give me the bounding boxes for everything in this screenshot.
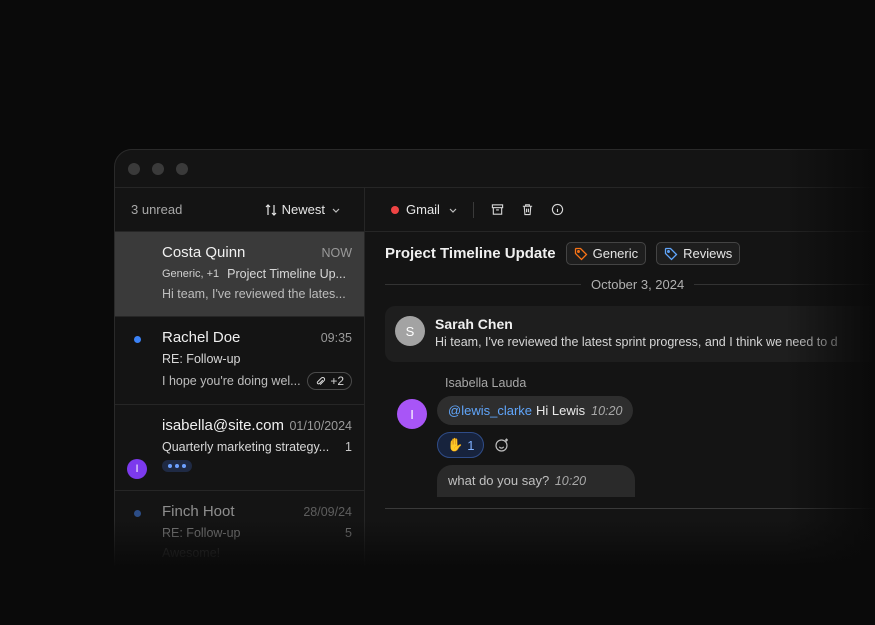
title-bar bbox=[115, 150, 875, 188]
mail-item[interactable]: Costa Quinn NOW Generic, +1 Project Time… bbox=[115, 232, 364, 317]
tag-generic[interactable]: Generic bbox=[565, 242, 647, 265]
mail-subject: RE: Follow-up bbox=[162, 526, 241, 540]
mail-subject: Quarterly marketing strategy... bbox=[162, 440, 330, 454]
mail-sender: Costa Quinn bbox=[162, 244, 246, 261]
thread-count: 1 bbox=[345, 440, 352, 454]
mail-preview: Awesome! bbox=[162, 546, 221, 560]
message-preview: Hi team, I've reviewed the latest sprint… bbox=[435, 335, 838, 349]
mail-time: 09:35 bbox=[320, 331, 352, 345]
unread-dot bbox=[134, 336, 141, 343]
raised-hand-emoji: ✋ bbox=[447, 437, 464, 452]
tag-reviews[interactable]: Reviews bbox=[656, 242, 741, 265]
thread-count: 5 bbox=[345, 526, 352, 540]
trash-icon bbox=[523, 204, 533, 216]
toolbar-divider bbox=[472, 201, 474, 218]
chat-text: Hi Lewis bbox=[536, 403, 586, 418]
avatar: I bbox=[127, 459, 147, 479]
chat-sender-name: Isabella Lauda bbox=[445, 376, 527, 390]
mail-sender: Rachel Doe bbox=[162, 329, 241, 346]
attachment-chip[interactable]: +2 bbox=[307, 372, 352, 390]
tag-label: Generic bbox=[592, 246, 639, 261]
info-button[interactable] bbox=[548, 200, 568, 220]
mail-tags: Generic, +1 bbox=[162, 268, 220, 280]
email-message-card[interactable]: S Sarah Chen Hi team, I've reviewed the … bbox=[385, 306, 875, 362]
chat-bubble[interactable]: @lewis_clarke Hi Lewis 10:20 bbox=[437, 396, 634, 425]
chevron-down-icon bbox=[332, 208, 340, 213]
unread-count: 3 unread bbox=[131, 202, 183, 217]
archive-button[interactable] bbox=[488, 200, 508, 220]
reaction-count: 1 bbox=[467, 437, 475, 453]
chat-reply-bubble[interactable]: what do you say? 10:20 bbox=[437, 465, 635, 497]
chevron-down-icon bbox=[449, 208, 457, 213]
mail-time: NOW bbox=[321, 246, 352, 260]
mention-link[interactable]: @lewis_clarke bbox=[448, 403, 532, 418]
archive-icon bbox=[492, 204, 504, 215]
thread-header: Project Timeline Update Generic Reviews bbox=[365, 232, 875, 265]
mail-list-sidebar: 3 unread Newest Costa Quinn NOW Generic,… bbox=[115, 188, 365, 568]
delete-button[interactable] bbox=[518, 200, 538, 220]
mail-sender: isabella@site.com bbox=[162, 417, 284, 434]
mail-time: 28/09/24 bbox=[303, 505, 352, 519]
account-color-dot bbox=[391, 205, 399, 214]
thread-title: Project Timeline Update bbox=[385, 245, 556, 262]
tag-label: Reviews bbox=[683, 246, 733, 261]
mail-item[interactable]: Rachel Doe 09:35 RE: Follow-up I hope yo… bbox=[115, 317, 364, 405]
mail-preview: I hope you're doing wel... bbox=[162, 374, 301, 388]
mail-preview: Hi team, I've reviewed the lates... bbox=[162, 287, 346, 301]
window-close-dot[interactable] bbox=[128, 162, 140, 175]
window-maximize-dot[interactable] bbox=[176, 162, 188, 175]
thread-toolbar: Gmail bbox=[365, 188, 875, 232]
date-divider: October 3, 2024 bbox=[385, 277, 875, 292]
attachment-count: +2 bbox=[330, 374, 344, 388]
reply-text: what do you say? bbox=[448, 473, 550, 488]
sort-icon bbox=[265, 203, 277, 216]
window-minimize-dot[interactable] bbox=[152, 162, 164, 175]
unread-dot bbox=[134, 510, 141, 517]
account-dropdown[interactable]: Gmail bbox=[391, 202, 459, 217]
sort-label: Newest bbox=[281, 202, 325, 217]
mail-sender: Finch Hoot bbox=[162, 503, 235, 520]
avatar: I bbox=[397, 399, 427, 429]
reactions-row: ✋ 1 bbox=[437, 432, 875, 458]
mail-time: 01/10/2024 bbox=[289, 419, 352, 433]
mail-app-window: 3 unread Newest Costa Quinn NOW Generic,… bbox=[114, 149, 875, 569]
reply-time: 10:20 bbox=[554, 474, 587, 488]
thread-view: Gmail Project Timeline Update Generic Re… bbox=[365, 188, 875, 568]
add-reaction-icon[interactable] bbox=[494, 437, 510, 453]
tag-icon bbox=[574, 247, 588, 260]
mail-subject: Project Timeline Up... bbox=[227, 267, 346, 281]
message-sender: Sarah Chen bbox=[435, 316, 513, 332]
sort-dropdown[interactable]: Newest bbox=[265, 202, 342, 217]
chat-time: 10:20 bbox=[591, 403, 623, 418]
tag-icon bbox=[664, 247, 678, 260]
mail-item[interactable]: Finch Hoot 28/09/24 RE: Follow-up 5 Awes… bbox=[115, 491, 364, 568]
paperclip-icon bbox=[317, 376, 326, 385]
mail-list-header: 3 unread Newest bbox=[115, 188, 364, 232]
mail-item[interactable]: isabella@site.com 01/10/2024 Quarterly m… bbox=[115, 405, 364, 491]
avatar: S bbox=[395, 316, 425, 346]
composer-divider bbox=[385, 508, 875, 509]
mail-subject: RE: Follow-up bbox=[162, 352, 241, 366]
chat-thread: I Isabella Lauda @lewis_clarke Hi Lewis … bbox=[365, 376, 875, 497]
date-label: October 3, 2024 bbox=[591, 277, 685, 292]
typing-indicator bbox=[162, 460, 192, 472]
info-icon bbox=[552, 203, 564, 216]
reaction-chip[interactable]: ✋ 1 bbox=[437, 432, 485, 458]
account-label: Gmail bbox=[406, 202, 440, 217]
